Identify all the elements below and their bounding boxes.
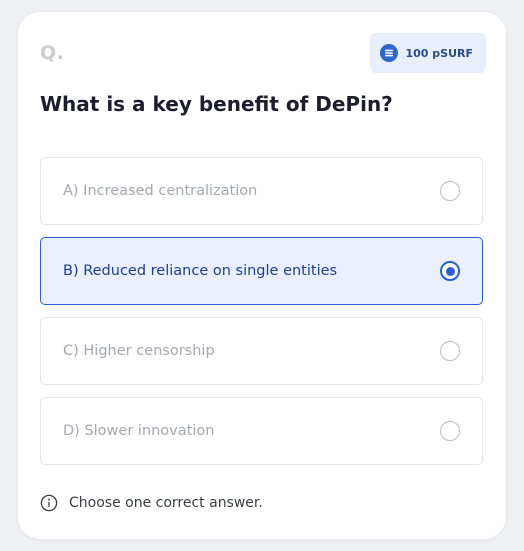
option-label: A) Increased centralization: [63, 183, 258, 199]
radio-selected-dot: [445, 266, 455, 276]
option-label: B) Reduced reliance on single entities: [63, 263, 338, 279]
option-label: C) Higher censorship: [63, 343, 215, 359]
info-icon: [40, 494, 58, 512]
radio-button[interactable]: [440, 181, 460, 201]
option-d[interactable]: D) Slower innovation: [40, 397, 483, 465]
option-c[interactable]: C) Higher censorship: [40, 317, 483, 385]
reward-amount: 100 pSURF: [405, 46, 473, 60]
option-a[interactable]: A) Increased centralization: [40, 157, 483, 225]
option-label: D) Slower innovation: [63, 423, 215, 439]
hint: Choose one correct answer.: [40, 494, 263, 512]
radio-button[interactable]: [440, 421, 460, 441]
reward-badge: 100 pSURF: [370, 33, 486, 73]
hint-text: Choose one correct answer.: [69, 495, 263, 511]
option-b[interactable]: B) Reduced reliance on single entities: [40, 237, 483, 305]
question-text: What is a key benefit of DePin?: [40, 92, 393, 116]
radio-button-selected[interactable]: [440, 261, 460, 281]
coin-icon: [380, 44, 399, 62]
radio-button[interactable]: [440, 341, 460, 361]
quiz-card: Q. 100 pSURF What is a key benefit of De…: [18, 12, 506, 539]
question-marker: Q.: [40, 42, 65, 64]
